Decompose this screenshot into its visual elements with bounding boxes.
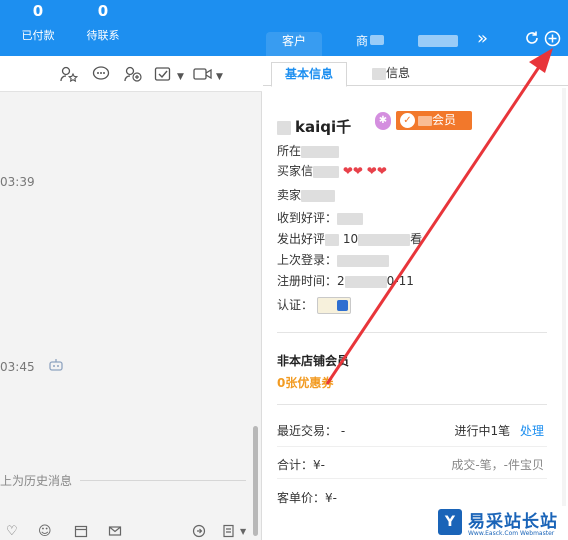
tab-product-label: 商 [356, 34, 369, 48]
given-good-view-link[interactable]: 看 [410, 232, 422, 246]
id-certification-icon[interactable] [316, 297, 351, 314]
confirm-icon[interactable] [154, 66, 172, 85]
refresh-icon[interactable] [524, 30, 540, 50]
info-tab-bar: 基本信息 信息 [263, 56, 568, 87]
certification-label: 认证： [277, 298, 314, 312]
register-time-prefix: 2 [337, 274, 345, 288]
tab-customer[interactable]: 客户 [266, 32, 323, 56]
handle-link[interactable]: 处理 [520, 424, 544, 438]
smile-icon[interactable]: ☺ [38, 524, 52, 539]
buyer-credit-label: 买家信 [277, 164, 314, 178]
watermark-text: 易采站长站 [468, 512, 558, 532]
register-time-row: 注册时间：2 0-11 [277, 272, 414, 289]
coupon-count[interactable]: 0张优惠券 [277, 374, 333, 391]
unit-price-value: ¥- [325, 491, 337, 505]
in-progress-count: 进行中1笔 [454, 424, 511, 438]
bluetooth-badge-icon: ✱ [375, 112, 391, 130]
last-login-row: 上次登录： [277, 251, 390, 268]
given-good-row: 发出好评 10 看 [277, 230, 422, 247]
chat-timestamp: 03:45 [0, 360, 35, 374]
customer-name-text: kaiqi千 [295, 118, 352, 136]
deal-summary: 成交-笔，-件宝贝 [451, 458, 544, 472]
chat-scrollbar[interactable] [253, 426, 258, 536]
history-divider-text: 上为历史消息 [0, 474, 73, 488]
tab-hidden[interactable] [418, 32, 458, 56]
chat-bottom-toolbar: ♡ ☺ ▼ [0, 524, 262, 540]
stat-paid-count: 0 [32, 2, 44, 20]
last-login-label: 上次登录： [277, 253, 338, 267]
tab-basic-info[interactable]: 基本信息 [271, 62, 347, 87]
calendar-icon[interactable] [74, 524, 88, 540]
chat-bubble-icon[interactable] [92, 66, 110, 85]
chevron-double-right-icon[interactable]: » [477, 28, 488, 49]
tab-other-info-label: 信息 [385, 66, 410, 80]
stat-to-contact-count: 0 [97, 2, 109, 20]
in-progress-row: 进行中1笔 处理 [455, 422, 544, 439]
vip-label: 会员 [432, 113, 457, 127]
video-icon[interactable] [193, 66, 213, 85]
received-good-row: 收到好评： [277, 209, 364, 226]
received-good-label: 收到好评： [277, 211, 338, 225]
add-user-icon[interactable] [124, 66, 142, 85]
chat-toolbar: ▼ ▼ [0, 56, 262, 92]
given-good-label: 发出好评 [277, 232, 326, 246]
recent-trade-value: - [340, 424, 346, 438]
confirm-dropdown-icon[interactable]: ▼ [177, 69, 184, 85]
credit-heart-icon: ❤❤ [342, 164, 363, 178]
stat-paid[interactable]: 0 已付款 [8, 2, 68, 43]
credit-heart-icon: ❤❤ [366, 164, 387, 178]
section-divider [277, 446, 547, 447]
given-good-count: 10 [342, 232, 359, 246]
certification-row: 认证： [277, 296, 351, 314]
stat-to-contact-label: 待联系 [86, 29, 120, 42]
section-divider [277, 478, 547, 479]
top-header: 0 已付款 0 待联系 客户 商 » [0, 0, 568, 56]
history-divider-line [80, 480, 246, 481]
seller-credit-label: 卖家 [277, 188, 302, 202]
customer-name: kaiqi千 [277, 116, 351, 137]
forward-icon[interactable] [192, 524, 206, 540]
tab-basic-info-label: 基本信息 [284, 67, 333, 81]
heart-icon[interactable]: ♡ [6, 524, 18, 539]
robot-icon [48, 358, 64, 377]
star-user-icon[interactable] [60, 66, 79, 85]
stat-to-contact[interactable]: 0 待联系 [73, 2, 133, 43]
vip-check-icon: ✓ [400, 113, 415, 128]
vip-badge: ✓ 会员 [396, 111, 472, 130]
location-row: 所在 [277, 142, 340, 159]
seller-credit-row: 卖家 [277, 186, 336, 203]
mail-icon[interactable] [108, 524, 122, 540]
chat-pane: ▼ ▼ 03:39 03:45 上为历史消息 ♡ ☺ ▼ [0, 56, 262, 540]
list-dropdown-icon[interactable]: ▼ [240, 527, 246, 536]
list-icon[interactable] [222, 524, 236, 540]
total-row: 合计：¥- [277, 456, 325, 473]
watermark-logo-icon: Y [438, 509, 462, 535]
section-divider [277, 404, 547, 405]
watermark: Y 易采站长站 Www.Easck.Com Webmaster [430, 506, 568, 540]
section-divider [277, 332, 547, 333]
total-label: 合计： [277, 458, 314, 472]
recent-trade-row: 最近交易： - [277, 422, 345, 439]
video-dropdown-icon[interactable]: ▼ [216, 69, 223, 85]
customer-info-pane: 基本信息 信息 kaiqi千 ✱ ✓ 会员 所在 买家信 ❤❤ ❤❤ 卖家 收到好… [263, 56, 568, 540]
location-label: 所在 [277, 144, 302, 158]
watermark-subtext: Www.Easck.Com Webmaster [468, 530, 555, 537]
unit-price-row: 客单价：¥- [277, 489, 337, 506]
info-scrollbar[interactable] [562, 88, 566, 540]
store-member-status: 非本店铺会员 [277, 354, 350, 368]
chat-timestamp: 03:39 [0, 175, 35, 189]
tab-product[interactable]: 商 [356, 32, 385, 56]
unit-price-label: 客单价： [277, 491, 326, 505]
recent-trade-label: 最近交易： [277, 424, 338, 438]
add-circle-icon[interactable] [544, 30, 561, 51]
buyer-credit-row: 买家信 ❤❤ ❤❤ [277, 162, 387, 179]
stat-paid-label: 已付款 [21, 29, 55, 42]
tab-other-info[interactable]: 信息 [359, 62, 423, 87]
register-time-suffix: 0-11 [386, 274, 414, 288]
tab-customer-label: 客户 [282, 34, 307, 48]
register-time-label: 注册时间： [277, 274, 338, 288]
total-value: ¥- [313, 458, 325, 472]
